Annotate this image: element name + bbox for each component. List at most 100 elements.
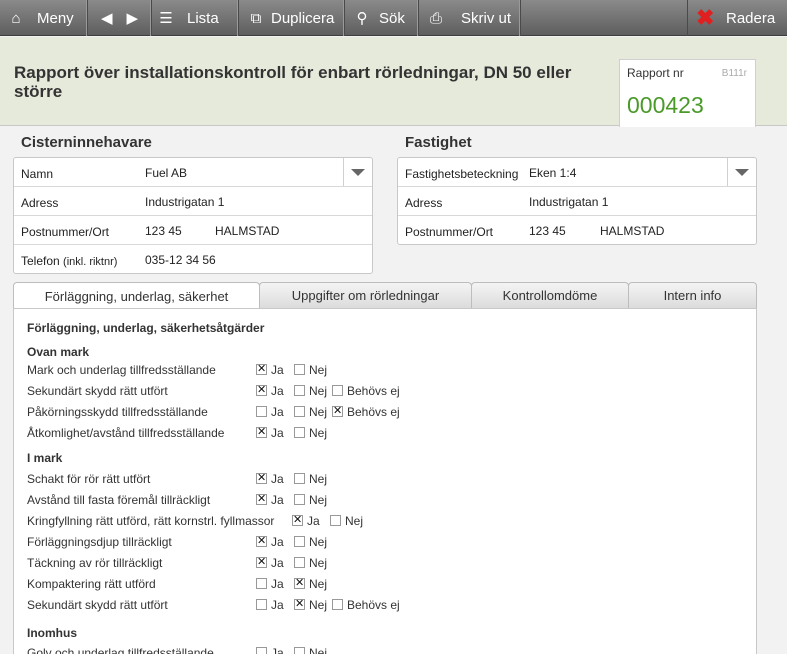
- owner-name-value: Fuel AB: [145, 166, 188, 180]
- property-address-label: Adress: [405, 196, 443, 210]
- delete-button[interactable]: ✖ Radera: [687, 0, 787, 36]
- owner-postal-row[interactable]: Postnummer/Ort 123 45 HALMSTAD: [14, 216, 372, 245]
- arrow-left-icon[interactable]: ◀: [98, 9, 116, 27]
- checkbox-ja[interactable]: [256, 406, 267, 417]
- option-label: Ja: [271, 363, 284, 377]
- tab-panel: Förläggning, underlag, säkerhetsåtgärder…: [13, 308, 757, 654]
- checkbox-nej[interactable]: [294, 557, 305, 568]
- nav-group: ◀ ▶: [88, 0, 152, 36]
- property-postal-code: 123 45: [529, 224, 566, 238]
- option-label: Ja: [271, 384, 284, 398]
- owner-name-dropdown[interactable]: [343, 158, 372, 186]
- duplicate-button[interactable]: ⧉ Duplicera: [239, 0, 345, 36]
- option-label: Nej: [309, 426, 328, 440]
- property-postal-row[interactable]: Postnummer/Ort 123 45 HALMSTAD: [398, 216, 756, 245]
- checkbox-nej[interactable]: [294, 494, 305, 505]
- property-city: HALMSTAD: [600, 224, 665, 238]
- question-label: Åtkomlighet/avstånd tillfredsställande: [27, 426, 225, 440]
- checkbox-nej[interactable]: ✕: [294, 599, 305, 610]
- option-label: Nej: [309, 577, 328, 591]
- checkbox-ja[interactable]: ✕: [292, 515, 303, 526]
- checkbox-nej[interactable]: [294, 385, 305, 396]
- option-label: Nej: [309, 646, 328, 654]
- owner-postal-label: Postnummer/Ort: [21, 225, 110, 239]
- owner-address-label: Adress: [21, 196, 59, 210]
- checkbox-nej[interactable]: ✕: [294, 578, 305, 589]
- tab-intern-info[interactable]: Intern info: [628, 282, 757, 308]
- checkbox-behovs-ej[interactable]: ✕: [332, 406, 343, 417]
- duplicate-icon: ⧉: [250, 9, 262, 27]
- owner-phone-row[interactable]: Telefon (inkl. riktnr) 035-12 34 56: [14, 245, 372, 274]
- search-icon: ⚲: [356, 10, 368, 27]
- owner-phone-value: 035-12 34 56: [145, 253, 216, 267]
- report-number-box: Rapport nr B111r 000423: [619, 59, 756, 127]
- checkbox-ja[interactable]: ✕: [256, 385, 267, 396]
- checkbox-ja[interactable]: ✕: [256, 427, 267, 438]
- option-label: Behövs ej: [347, 384, 400, 398]
- list-icon: ☰: [159, 10, 173, 27]
- checkbox-nej[interactable]: [294, 427, 305, 438]
- option-label: Ja: [271, 405, 284, 419]
- option-label: Ja: [271, 535, 284, 549]
- print-button[interactable]: ⎙ Skriv ut: [419, 0, 521, 36]
- home-icon: ⌂: [11, 9, 21, 27]
- checkbox-nej[interactable]: [294, 473, 305, 484]
- option-label: Nej: [345, 514, 364, 528]
- option-label: Ja: [271, 556, 284, 570]
- section-i-mark: I mark: [27, 451, 63, 465]
- option-label: Ja: [307, 514, 320, 528]
- checkbox-behovs-ej[interactable]: [332, 385, 343, 396]
- checkbox-nej[interactable]: [294, 364, 305, 375]
- property-section-title: Fastighet: [405, 134, 472, 151]
- list-label: Lista: [187, 9, 219, 27]
- arrow-right-icon[interactable]: ▶: [123, 9, 141, 27]
- phone-label-hint: (inkl. riktnr): [63, 256, 118, 268]
- owner-address-value: Industrigatan 1: [145, 195, 225, 209]
- checkbox-ja[interactable]: ✕: [256, 364, 267, 375]
- question-label: Kringfyllning rätt utförd, rätt kornstrl…: [27, 514, 275, 528]
- question-label: Sekundärt skydd rätt utfört: [27, 384, 168, 398]
- option-label: Behövs ej: [347, 405, 400, 419]
- question-label: Täckning av rör tillräckligt: [27, 556, 163, 570]
- property-box: Fastighetsbeteckning Eken 1:4 Adress Ind…: [397, 157, 757, 245]
- checkbox-ja[interactable]: [256, 578, 267, 589]
- owner-postal-code: 123 45: [145, 224, 182, 238]
- checkbox-ja[interactable]: ✕: [256, 557, 267, 568]
- property-address-row[interactable]: Adress Industrigatan 1: [398, 187, 756, 216]
- option-label: Nej: [309, 535, 328, 549]
- duplicate-label: Duplicera: [271, 9, 335, 27]
- list-button[interactable]: ☰ Lista: [152, 0, 239, 36]
- checkbox-ja[interactable]: [256, 599, 267, 610]
- option-label: Nej: [309, 405, 328, 419]
- checkbox-nej[interactable]: [294, 536, 305, 547]
- property-dropdown[interactable]: [727, 158, 756, 186]
- section-inomhus: Inomhus: [27, 626, 77, 640]
- tab-uppgifter[interactable]: Uppgifter om rörledningar: [259, 282, 472, 308]
- owner-section-title: Cisterninnehavare: [21, 134, 152, 151]
- tab-bar: Förläggning, underlag, säkerhet Uppgifte…: [13, 282, 757, 309]
- report-number-label: Rapport nr: [627, 66, 684, 80]
- checkbox-ja[interactable]: ✕: [256, 473, 267, 484]
- question-label: Schakt för rör rätt utfört: [27, 472, 151, 486]
- menu-button[interactable]: ⌂ Meny: [0, 0, 88, 36]
- checkbox-behovs-ej[interactable]: [332, 599, 343, 610]
- checkbox-nej[interactable]: [294, 647, 305, 654]
- question-label: Sekundärt skydd rätt utfört: [27, 598, 168, 612]
- checkbox-ja[interactable]: ✕: [256, 494, 267, 505]
- option-label: Nej: [309, 472, 328, 486]
- tab-kontrollomdome[interactable]: Kontrollomdöme: [471, 282, 629, 308]
- report-header: Rapport över installationskontroll för e…: [0, 37, 787, 127]
- chevron-down-icon: [735, 168, 749, 176]
- checkbox-ja[interactable]: ✕: [256, 536, 267, 547]
- owner-name-row[interactable]: Namn Fuel AB: [14, 158, 372, 187]
- property-designation-row[interactable]: Fastighetsbeteckning Eken 1:4: [398, 158, 756, 187]
- owner-address-row[interactable]: Adress Industrigatan 1: [14, 187, 372, 216]
- print-label: Skriv ut: [461, 9, 512, 27]
- question-label: Påkörningsskydd tillfredsställande: [27, 405, 208, 419]
- question-label: Golv och underlag tillfredsställande: [27, 646, 214, 654]
- search-button[interactable]: ⚲ Sök: [345, 0, 419, 36]
- checkbox-nej[interactable]: [330, 515, 341, 526]
- tab-forlaggning[interactable]: Förläggning, underlag, säkerhet: [13, 282, 260, 309]
- checkbox-nej[interactable]: [294, 406, 305, 417]
- checkbox-ja[interactable]: [256, 647, 267, 654]
